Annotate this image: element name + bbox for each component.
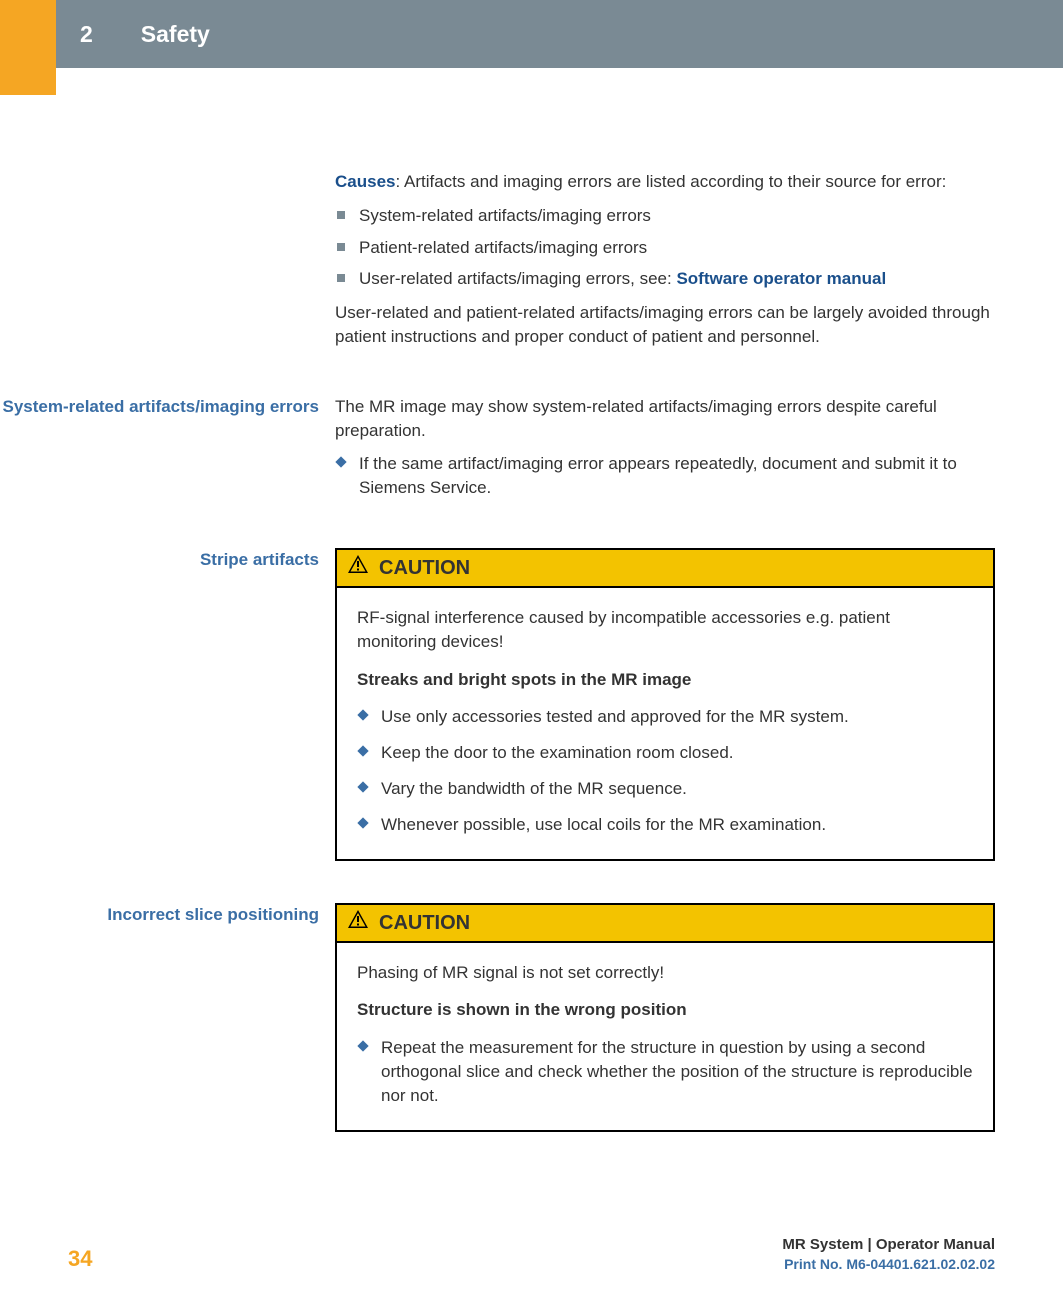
list-item: Repeat the measurement for the structure… [357,1036,973,1107]
list-item: Vary the bandwidth of the MR sequence. [357,777,973,801]
print-number: Print No. M6-04401.621.02.02.02 [782,1255,995,1275]
page-footer: 34 MR System | Operator Manual Print No.… [68,1234,995,1275]
causes-intro: Causes: Artifacts and imaging errors are… [335,170,995,194]
section1-text: The MR image may show system-related art… [335,395,995,443]
chapter-title: Safety [141,18,210,50]
margin-label-system-artifacts: System-related artifacts/imaging errors [0,395,335,512]
chapter-header: 2 Safety [56,0,1063,68]
list-item: If the same artifact/imaging error appea… [335,452,995,500]
manual-title: MR System | Operator Manual [782,1234,995,1255]
software-manual-link: Software operator manual [676,269,886,288]
section1-actions: If the same artifact/imaging error appea… [335,452,995,500]
caution-label: CAUTION [379,554,470,582]
caution-label: CAUTION [379,909,470,937]
list-item: User-related artifacts/imaging errors, s… [335,267,995,291]
page-content: Causes: Artifacts and imaging errors are… [0,170,1063,1162]
page-number: 34 [68,1244,92,1275]
chapter-tab [0,0,56,95]
list-item: System-related artifacts/imaging errors [335,204,995,228]
caution-text: RF-signal interference caused by incompa… [357,606,973,654]
margin-label-slice: Incorrect slice positioning [0,903,335,1154]
causes-text: : Artifacts and imaging errors are liste… [395,172,946,191]
list-item: Keep the door to the examination room cl… [357,741,973,765]
caution-box-stripe: CAUTION RF-signal interference caused by… [335,548,995,861]
margin-label-stripe: Stripe artifacts [0,548,335,883]
caution-bold: Structure is shown in the wrong position [357,998,973,1022]
caution-items: Use only accessories tested and approved… [357,705,973,836]
chapter-number: 2 [80,18,93,50]
list-item: Use only accessories tested and approved… [357,705,973,729]
caution-bold: Streaks and bright spots in the MR image [357,668,973,692]
warning-icon [347,909,379,937]
causes-list: System-related artifacts/imaging errors … [335,204,995,291]
caution-text: Phasing of MR signal is not set correctl… [357,961,973,985]
caution-header: CAUTION [337,905,993,943]
intro-after: User-related and patient-related artifac… [335,301,995,349]
warning-icon [347,554,379,582]
caution-items: Repeat the measurement for the structure… [357,1036,973,1107]
caution-header: CAUTION [337,550,993,588]
list-item: Patient-related artifacts/imaging errors [335,236,995,260]
caution-box-slice: CAUTION Phasing of MR signal is not set … [335,903,995,1132]
causes-label: Causes [335,172,395,191]
list-item: Whenever possible, use local coils for t… [357,813,973,837]
list-item-text: User-related artifacts/imaging errors, s… [359,269,676,288]
